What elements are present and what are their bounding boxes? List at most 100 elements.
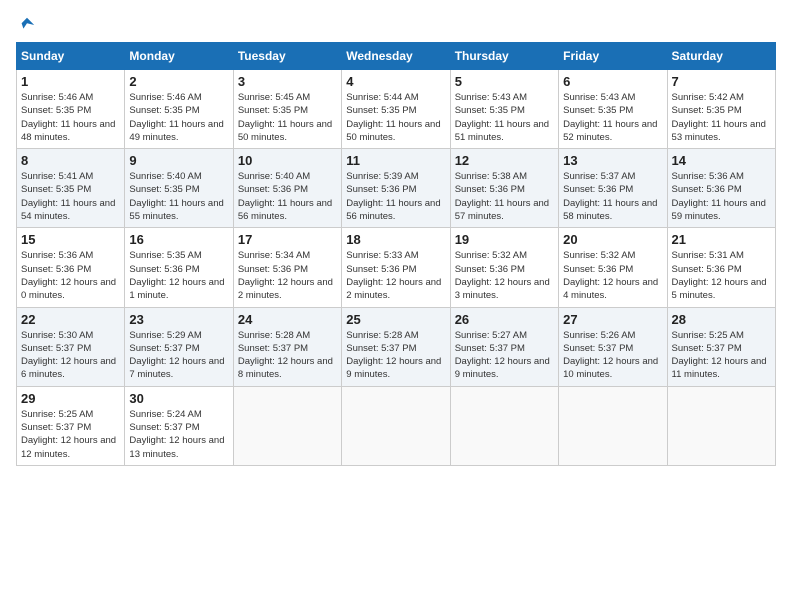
day-info: Sunrise: 5:32 AMSunset: 5:36 PMDaylight:… <box>455 249 554 302</box>
day-info: Sunrise: 5:28 AMSunset: 5:37 PMDaylight:… <box>238 329 337 382</box>
day-info: Sunrise: 5:25 AMSunset: 5:37 PMDaylight:… <box>21 408 120 461</box>
day-number: 22 <box>21 312 120 327</box>
day-number: 18 <box>346 232 445 247</box>
calendar-day-cell: 13 Sunrise: 5:37 AMSunset: 5:36 PMDayligh… <box>559 149 667 228</box>
day-number: 2 <box>129 74 228 89</box>
day-number: 24 <box>238 312 337 327</box>
calendar-day-cell: 3 Sunrise: 5:45 AMSunset: 5:35 PMDaylight… <box>233 70 341 149</box>
day-info: Sunrise: 5:27 AMSunset: 5:37 PMDaylight:… <box>455 329 554 382</box>
day-number: 30 <box>129 391 228 406</box>
calendar-day-cell: 21 Sunrise: 5:31 AMSunset: 5:36 PMDayligh… <box>667 228 775 307</box>
day-number: 4 <box>346 74 445 89</box>
day-info: Sunrise: 5:37 AMSunset: 5:36 PMDaylight:… <box>563 170 662 223</box>
calendar-day-cell: 5 Sunrise: 5:43 AMSunset: 5:35 PMDaylight… <box>450 70 558 149</box>
calendar-week-row: 15Sunrise: 5:36 AMSunset: 5:36 PMDayligh… <box>17 228 776 307</box>
day-number: 5 <box>455 74 554 89</box>
day-number: 25 <box>346 312 445 327</box>
day-number: 1 <box>21 74 120 89</box>
day-info: Sunrise: 5:46 AMSunset: 5:35 PMDaylight:… <box>129 91 228 144</box>
calendar-day-cell: 26 Sunrise: 5:27 AMSunset: 5:37 PMDayligh… <box>450 307 558 386</box>
empty-cell <box>559 386 667 465</box>
day-info: Sunrise: 5:28 AMSunset: 5:37 PMDaylight:… <box>346 329 445 382</box>
calendar-week-row: 8 Sunrise: 5:41 AMSunset: 5:35 PMDaylight… <box>17 149 776 228</box>
day-info: Sunrise: 5:36 AMSunset: 5:36 PMDaylight:… <box>672 170 771 223</box>
calendar-day-cell: 1 Sunrise: 5:46 AMSunset: 5:35 PMDaylight… <box>17 70 125 149</box>
calendar-day-cell: 14 Sunrise: 5:36 AMSunset: 5:36 PMDayligh… <box>667 149 775 228</box>
calendar-day-cell: 6Sunrise: 5:43 AMSunset: 5:35 PMDaylight… <box>559 70 667 149</box>
day-info: Sunrise: 5:40 AMSunset: 5:36 PMDaylight:… <box>238 170 337 223</box>
day-info: Sunrise: 5:32 AMSunset: 5:36 PMDaylight:… <box>563 249 662 302</box>
weekday-header-thursday: Thursday <box>450 43 558 70</box>
day-info: Sunrise: 5:24 AMSunset: 5:37 PMDaylight:… <box>129 408 228 461</box>
calendar-day-cell: 15Sunrise: 5:36 AMSunset: 5:36 PMDayligh… <box>17 228 125 307</box>
day-number: 11 <box>346 153 445 168</box>
day-info: Sunrise: 5:29 AMSunset: 5:37 PMDaylight:… <box>129 329 228 382</box>
day-info: Sunrise: 5:43 AMSunset: 5:35 PMDaylight:… <box>455 91 554 144</box>
day-info: Sunrise: 5:26 AMSunset: 5:37 PMDaylight:… <box>563 329 662 382</box>
day-info: Sunrise: 5:25 AMSunset: 5:37 PMDaylight:… <box>672 329 771 382</box>
day-number: 28 <box>672 312 771 327</box>
day-number: 9 <box>129 153 228 168</box>
weekday-header-sunday: Sunday <box>17 43 125 70</box>
day-number: 23 <box>129 312 228 327</box>
calendar-day-cell: 24 Sunrise: 5:28 AMSunset: 5:37 PMDayligh… <box>233 307 341 386</box>
day-number: 17 <box>238 232 337 247</box>
day-info: Sunrise: 5:42 AMSunset: 5:35 PMDaylight:… <box>672 91 771 144</box>
calendar-day-cell: 7 Sunrise: 5:42 AMSunset: 5:35 PMDaylight… <box>667 70 775 149</box>
weekday-header-tuesday: Tuesday <box>233 43 341 70</box>
day-info: Sunrise: 5:39 AMSunset: 5:36 PMDaylight:… <box>346 170 445 223</box>
day-info: Sunrise: 5:44 AMSunset: 5:35 PMDaylight:… <box>346 91 445 144</box>
day-info: Sunrise: 5:40 AMSunset: 5:35 PMDaylight:… <box>129 170 228 223</box>
day-number: 12 <box>455 153 554 168</box>
day-info: Sunrise: 5:45 AMSunset: 5:35 PMDaylight:… <box>238 91 337 144</box>
day-number: 14 <box>672 153 771 168</box>
weekday-header-wednesday: Wednesday <box>342 43 450 70</box>
calendar-day-cell: 30 Sunrise: 5:24 AMSunset: 5:37 PMDayligh… <box>125 386 233 465</box>
calendar-day-cell: 11 Sunrise: 5:39 AMSunset: 5:36 PMDayligh… <box>342 149 450 228</box>
calendar-day-cell: 28 Sunrise: 5:25 AMSunset: 5:37 PMDayligh… <box>667 307 775 386</box>
weekday-header-monday: Monday <box>125 43 233 70</box>
day-info: Sunrise: 5:35 AMSunset: 5:36 PMDaylight:… <box>129 249 228 302</box>
day-number: 13 <box>563 153 662 168</box>
day-number: 10 <box>238 153 337 168</box>
day-info: Sunrise: 5:34 AMSunset: 5:36 PMDaylight:… <box>238 249 337 302</box>
calendar-table: SundayMondayTuesdayWednesdayThursdayFrid… <box>16 42 776 466</box>
day-info: Sunrise: 5:38 AMSunset: 5:36 PMDaylight:… <box>455 170 554 223</box>
day-number: 8 <box>21 153 120 168</box>
calendar-day-cell: 4 Sunrise: 5:44 AMSunset: 5:35 PMDaylight… <box>342 70 450 149</box>
day-info: Sunrise: 5:33 AMSunset: 5:36 PMDaylight:… <box>346 249 445 302</box>
logo-bird-icon <box>18 16 36 34</box>
page-header <box>16 16 776 34</box>
day-number: 21 <box>672 232 771 247</box>
day-info: Sunrise: 5:46 AMSunset: 5:35 PMDaylight:… <box>21 91 120 144</box>
calendar-day-cell: 8 Sunrise: 5:41 AMSunset: 5:35 PMDaylight… <box>17 149 125 228</box>
calendar-day-cell: 20 Sunrise: 5:32 AMSunset: 5:36 PMDayligh… <box>559 228 667 307</box>
day-number: 3 <box>238 74 337 89</box>
day-number: 20 <box>563 232 662 247</box>
day-number: 15 <box>21 232 120 247</box>
calendar-day-cell: 25 Sunrise: 5:28 AMSunset: 5:37 PMDayligh… <box>342 307 450 386</box>
calendar-day-cell: 23 Sunrise: 5:29 AMSunset: 5:37 PMDayligh… <box>125 307 233 386</box>
day-number: 19 <box>455 232 554 247</box>
calendar-week-row: 29 Sunrise: 5:25 AMSunset: 5:37 PMDayligh… <box>17 386 776 465</box>
day-info: Sunrise: 5:31 AMSunset: 5:36 PMDaylight:… <box>672 249 771 302</box>
calendar-day-cell: 17 Sunrise: 5:34 AMSunset: 5:36 PMDayligh… <box>233 228 341 307</box>
calendar-day-cell: 12 Sunrise: 5:38 AMSunset: 5:36 PMDayligh… <box>450 149 558 228</box>
day-number: 16 <box>129 232 228 247</box>
empty-cell <box>342 386 450 465</box>
calendar-day-cell: 27 Sunrise: 5:26 AMSunset: 5:37 PMDayligh… <box>559 307 667 386</box>
calendar-day-cell: 2 Sunrise: 5:46 AMSunset: 5:35 PMDaylight… <box>125 70 233 149</box>
calendar-day-cell: 16 Sunrise: 5:35 AMSunset: 5:36 PMDayligh… <box>125 228 233 307</box>
day-number: 7 <box>672 74 771 89</box>
calendar-header-row: SundayMondayTuesdayWednesdayThursdayFrid… <box>17 43 776 70</box>
day-number: 29 <box>21 391 120 406</box>
weekday-header-friday: Friday <box>559 43 667 70</box>
calendar-day-cell: 10 Sunrise: 5:40 AMSunset: 5:36 PMDayligh… <box>233 149 341 228</box>
day-number: 26 <box>455 312 554 327</box>
day-number: 27 <box>563 312 662 327</box>
calendar-day-cell: 18 Sunrise: 5:33 AMSunset: 5:36 PMDayligh… <box>342 228 450 307</box>
empty-cell <box>450 386 558 465</box>
day-info: Sunrise: 5:41 AMSunset: 5:35 PMDaylight:… <box>21 170 120 223</box>
logo <box>16 16 36 34</box>
day-number: 6 <box>563 74 662 89</box>
